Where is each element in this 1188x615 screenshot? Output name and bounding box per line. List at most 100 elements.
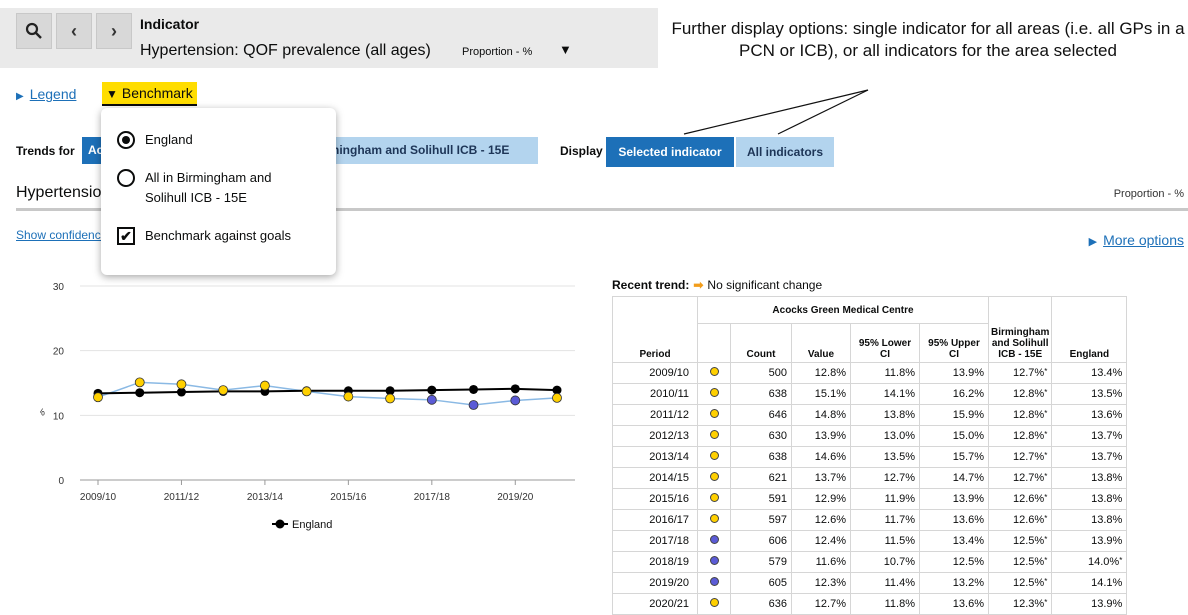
status-cell <box>697 488 731 510</box>
radio-selected-icon[interactable] <box>117 131 135 149</box>
benchmark-toggle[interactable]: ▼ Benchmark <box>102 82 197 106</box>
period-cell: 2012/13 <box>612 425 698 447</box>
checkbox-checked-icon[interactable]: ✔ <box>117 227 135 245</box>
icb-value: 12.8% <box>1013 430 1045 442</box>
benchmark-label: Benchmark <box>121 85 193 101</box>
england-value: 13.8% <box>1091 493 1123 505</box>
england-value: 13.9% <box>1091 535 1123 547</box>
practice-point <box>176 379 187 390</box>
england-value: 13.8% <box>1091 514 1123 526</box>
upper-ci-cell: 13.9% <box>919 488 989 510</box>
legend-toggle[interactable]: ▶ Legend <box>16 86 76 102</box>
status-cell <box>697 530 731 552</box>
value-cell: 15.1% <box>791 383 851 405</box>
period-cell: 2010/11 <box>612 383 698 405</box>
radio-unselected-icon[interactable] <box>117 169 135 187</box>
status-dot-icon <box>709 409 719 418</box>
lower-ci-cell: 13.8% <box>850 404 920 426</box>
y-axis-label: % <box>40 407 45 418</box>
icb-value: 12.6% <box>1013 514 1045 526</box>
status-cell <box>697 572 731 594</box>
practice-header: Acocks Green Medical Centre <box>697 296 989 324</box>
icb-value: 12.6% <box>1013 493 1045 505</box>
more-options-link[interactable]: ▶ More options <box>1089 232 1184 248</box>
practice-point <box>426 394 437 405</box>
icb-value: 12.5% <box>1013 535 1045 547</box>
england-value: 13.5% <box>1091 388 1123 400</box>
england-cell: 13.4% <box>1051 362 1128 384</box>
status-cell <box>697 593 731 615</box>
england-cell: 14.1% <box>1051 572 1128 594</box>
england-cell: 13.6% <box>1051 404 1128 426</box>
lower-ci-cell: 12.7% <box>850 467 920 489</box>
upper-ci-cell: 14.7% <box>919 467 989 489</box>
england-cell: 13.7% <box>1051 425 1128 447</box>
y-tick-label: 10 <box>53 411 65 422</box>
icb-cell: 12.7%* <box>987 446 1053 468</box>
icb-value: 12.7% <box>1013 367 1045 379</box>
table-row: 2009/10 500 12.8% 11.8% 13.9% 12.7%* 13.4% <box>612 362 1128 384</box>
upper-ci-cell: 13.6% <box>919 509 989 531</box>
value-cell: 11.6% <box>791 551 851 573</box>
count-cell: 597 <box>730 509 792 531</box>
series-line-practice <box>97 381 558 406</box>
england-value: 13.4% <box>1091 367 1123 379</box>
lower-ci-cell: 11.4% <box>850 572 920 594</box>
x-tick-label: 2015/16 <box>330 492 367 503</box>
status-cell <box>697 425 731 447</box>
england-cell: 13.9% <box>1051 530 1128 552</box>
icb-cell: 12.6%* <box>987 509 1053 531</box>
icb-cell: 12.8%* <box>987 425 1053 447</box>
legend-marker <box>275 519 285 529</box>
lower-ci-cell: 13.5% <box>850 446 920 468</box>
value-cell: 12.8% <box>791 362 851 384</box>
england-cell: 13.8% <box>1051 467 1128 489</box>
status-cell <box>697 509 731 531</box>
area-button-icb[interactable]: rmingham and Solihull ICB - 15E <box>320 137 538 164</box>
benchmark-goals-checkbox[interactable]: ✔ Benchmark against goals <box>117 226 297 246</box>
status-cell <box>697 362 731 384</box>
benchmark-option-england[interactable]: England <box>117 130 193 150</box>
display-label: Display <box>560 144 603 158</box>
icb-cell: 12.3%* <box>987 593 1053 615</box>
triangle-down-icon: ▼ <box>106 87 118 101</box>
icb-value: 12.3% <box>1013 598 1045 610</box>
england-cell: 14.0%* <box>1051 551 1128 573</box>
practice-point <box>552 392 562 403</box>
table-row: 2017/18 606 12.4% 11.5% 13.4% 12.5%* 13.9% <box>612 530 1128 552</box>
england-value: 13.8% <box>1091 472 1123 484</box>
col-icb: Birmingham and Solihull ICB - 15E <box>987 296 1053 363</box>
icb-value: 12.5% <box>1013 577 1045 589</box>
col-england: England <box>1051 296 1128 363</box>
option-label: England <box>145 132 193 147</box>
period-cell: 2015/16 <box>612 488 698 510</box>
display-all-indicators-button[interactable]: All indicators <box>736 137 834 167</box>
col-upper-ci: 95% Upper CI <box>919 323 989 363</box>
significance-flag: * <box>1044 388 1048 397</box>
england-cell: 13.5% <box>1051 383 1128 405</box>
x-tick-label: 2009/10 <box>80 492 117 503</box>
lower-ci-cell: 14.1% <box>850 383 920 405</box>
value-cell: 14.6% <box>791 446 851 468</box>
significance-flag: * <box>1044 577 1048 586</box>
practice-point <box>510 395 521 406</box>
option-label: All in Birmingham and Solihull ICB - 15E <box>145 170 272 205</box>
display-selected-indicator-button[interactable]: Selected indicator <box>606 137 734 167</box>
period-cell: 2014/15 <box>612 467 698 489</box>
count-cell: 646 <box>730 404 792 426</box>
show-confidence-link[interactable]: Show confidence <box>16 228 106 242</box>
practice-point <box>93 392 103 403</box>
arrow-right-icon: ➡ <box>693 278 704 292</box>
status-dot-icon <box>709 451 719 460</box>
england-value: 14.0% <box>1088 556 1120 568</box>
status-dot-icon <box>709 493 719 502</box>
england-cell: 13.9% <box>1051 593 1128 615</box>
benchmark-option-icb[interactable]: All in Birmingham and Solihull ICB - 15E <box>117 168 297 208</box>
period-cell: 2013/14 <box>612 446 698 468</box>
status-cell <box>697 383 731 405</box>
table-row: 2014/15 621 13.7% 12.7% 14.7% 12.7%* 13.8% <box>612 467 1128 489</box>
trend-chart: 0 10 20 30% 2009/10 2011/12 2013/14 2015/16 2017… <box>40 282 575 531</box>
triangle-right-icon: ▶ <box>16 91 24 102</box>
y-tick-label: 30 <box>53 282 65 293</box>
benchmark-dropdown: England All in Birmingham and Solihull I… <box>101 108 336 275</box>
